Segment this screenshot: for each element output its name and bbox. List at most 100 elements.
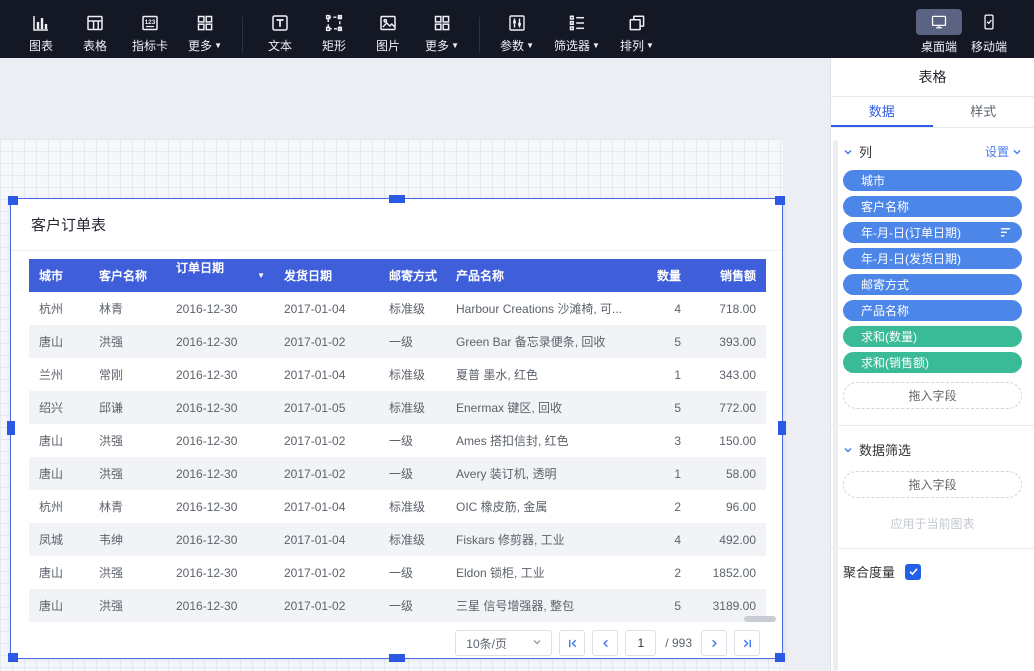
toolbar-item-image[interactable]: 图片: [371, 5, 405, 54]
toolbar-item-label: 排列: [620, 37, 644, 54]
field-pill[interactable]: 城市: [843, 170, 1022, 191]
table-cell: 洪强: [89, 325, 166, 358]
desktop-mode-button[interactable]: 桌面端: [916, 4, 962, 55]
column-header-sales[interactable]: 销售额: [691, 259, 766, 292]
apply-to-chart-button[interactable]: 应用于当前图表: [831, 515, 1034, 532]
field-pill-label: 客户名称: [861, 198, 909, 215]
toolbar-item-filters[interactable]: 筛选器▼: [554, 5, 600, 54]
chevron-down-icon[interactable]: [843, 445, 853, 455]
field-pill-label: 城市: [861, 172, 885, 189]
toolbar-item-more-elements[interactable]: 更多▼: [425, 5, 459, 54]
table-row: 绍兴邱谦2016-12-302017-01-05标准级Enermax 键区, 回…: [29, 391, 766, 424]
page-number-input[interactable]: [625, 630, 656, 656]
image-icon: [377, 12, 399, 34]
section-divider: [831, 548, 1034, 549]
sort-icon[interactable]: [999, 227, 1012, 238]
toolbar-item-rectangle[interactable]: 矩形: [317, 5, 351, 54]
table-cell: 标准级: [379, 490, 446, 523]
table-row: 杭州林青2016-12-302017-01-04标准级Harbour Creat…: [29, 292, 766, 325]
caret-down-icon: ▼: [214, 41, 222, 50]
next-page-button[interactable]: [701, 630, 727, 656]
parameters-icon: [506, 12, 528, 34]
column-header-order-date[interactable]: ▼订单日期: [166, 259, 274, 292]
table-cell: 5: [650, 391, 691, 424]
field-pill[interactable]: 年-月-日(订单日期): [843, 222, 1022, 243]
toolbar-item-arrange[interactable]: 排列▼: [620, 5, 654, 54]
resize-handle-top-right[interactable]: [775, 196, 785, 205]
table-row: 杭州林青2016-12-302017-01-04标准级OIC 橡皮筋, 金属29…: [29, 490, 766, 523]
table-cell: 2017-01-04: [274, 292, 379, 325]
caret-down-icon: ▼: [526, 41, 534, 50]
aggregate-measure-label: 聚合度量: [843, 562, 895, 581]
table-cell: 2016-12-30: [166, 523, 274, 556]
table-cell: 凤城: [29, 523, 89, 556]
toolbar-item-more-components[interactable]: 更多▼: [188, 5, 222, 54]
field-pill[interactable]: 求和(销售额): [843, 352, 1022, 373]
tab-style[interactable]: 样式: [933, 97, 1034, 127]
table-cell: 一级: [379, 589, 446, 622]
mobile-mode-button[interactable]: 移动端: [966, 4, 1012, 55]
table-cell: 2016-12-30: [166, 325, 274, 358]
previous-page-button[interactable]: [592, 630, 618, 656]
resize-handle-top-left[interactable]: [8, 196, 18, 205]
table-cell: 2016-12-30: [166, 589, 274, 622]
resize-handle-middle-right[interactable]: [778, 421, 786, 435]
last-page-button[interactable]: [734, 630, 760, 656]
resize-handle-bottom-center[interactable]: [389, 654, 405, 662]
number-card-icon: 123: [139, 12, 161, 34]
toolbar-item-text[interactable]: 文本: [263, 5, 297, 54]
table-cell: 2017-01-02: [274, 457, 379, 490]
sort-desc-icon[interactable]: ▼: [257, 259, 265, 292]
chevron-down-icon[interactable]: [843, 147, 853, 157]
tab-data[interactable]: 数据: [831, 97, 933, 127]
table-cell: 1: [650, 358, 691, 391]
horizontal-scrollbar-thumb[interactable]: [744, 616, 776, 622]
table-cell: Ames 搭扣信封, 红色: [446, 424, 650, 457]
table-cell: 兰州: [29, 358, 89, 391]
resize-handle-bottom-left[interactable]: [8, 653, 18, 662]
column-header-ship-mode[interactable]: 邮寄方式: [379, 259, 446, 292]
field-pill[interactable]: 邮寄方式: [843, 274, 1022, 295]
table-cell: 772.00: [691, 391, 766, 424]
device-switcher: 桌面端 移动端: [912, 4, 1012, 55]
toolbar-item-parameters[interactable]: 参数▼: [500, 5, 534, 54]
toolbar-group-components: 图表 表格 123 指标卡 更多▼: [14, 5, 232, 54]
table-widget[interactable]: 客户订单表 城市 客户名称 ▼订单日期 发货日期 邮寄方式: [10, 198, 783, 659]
table-cell: 2017-01-02: [274, 424, 379, 457]
caret-down-icon: ▼: [646, 41, 654, 50]
field-pill[interactable]: 年-月-日(发货日期): [843, 248, 1022, 269]
column-header-city[interactable]: 城市: [29, 259, 89, 292]
column-header-customer[interactable]: 客户名称: [89, 259, 166, 292]
aggregate-measure-checkbox[interactable]: [905, 564, 921, 580]
field-pill[interactable]: 客户名称: [843, 196, 1022, 217]
mobile-mode-label: 移动端: [971, 38, 1007, 55]
field-pill-list: 城市客户名称年-月-日(订单日期) 年-月-日(发货日期) 邮寄方式产品名称求和(数…: [843, 170, 1022, 373]
table-cell: 2016-12-30: [166, 490, 274, 523]
dashboard-canvas[interactable]: 客户订单表 城市 客户名称 ▼订单日期 发货日期 邮寄方式: [0, 58, 830, 671]
resize-handle-top-center[interactable]: [389, 195, 405, 203]
panel-tabs: 数据 样式: [831, 97, 1034, 128]
filter-drop-zone[interactable]: 拖入字段: [843, 471, 1022, 498]
column-header-ship-date[interactable]: 发货日期: [274, 259, 379, 292]
toolbar-item-kpi-card[interactable]: 123 指标卡: [132, 5, 168, 54]
field-pill[interactable]: 求和(数量): [843, 326, 1022, 347]
resize-handle-middle-left[interactable]: [7, 421, 15, 435]
first-page-button[interactable]: [559, 630, 585, 656]
table-cell: 2016-12-30: [166, 424, 274, 457]
svg-text:123: 123: [145, 18, 156, 25]
toolbar-item-table[interactable]: 表格: [78, 5, 112, 54]
toolbar-item-chart[interactable]: 图表: [24, 5, 58, 54]
toolbar-item-label: 更多: [425, 37, 449, 54]
page-size-select[interactable]: 10条/页: [455, 630, 552, 656]
columns-settings-button[interactable]: 设置: [985, 143, 1022, 160]
column-header-quantity[interactable]: 数量: [650, 259, 691, 292]
table-cell: OIC 橡皮筋, 金属: [446, 490, 650, 523]
panel-scrollbar[interactable]: [833, 140, 838, 671]
filter-section-header: 数据筛选: [843, 440, 1022, 459]
table-cell: Green Bar 备忘录便条, 回收: [446, 325, 650, 358]
field-pill[interactable]: 产品名称: [843, 300, 1022, 321]
columns-drop-zone[interactable]: 拖入字段: [843, 382, 1022, 409]
resize-handle-bottom-right[interactable]: [775, 653, 785, 662]
table-cell: 标准级: [379, 523, 446, 556]
column-header-product[interactable]: 产品名称: [446, 259, 650, 292]
